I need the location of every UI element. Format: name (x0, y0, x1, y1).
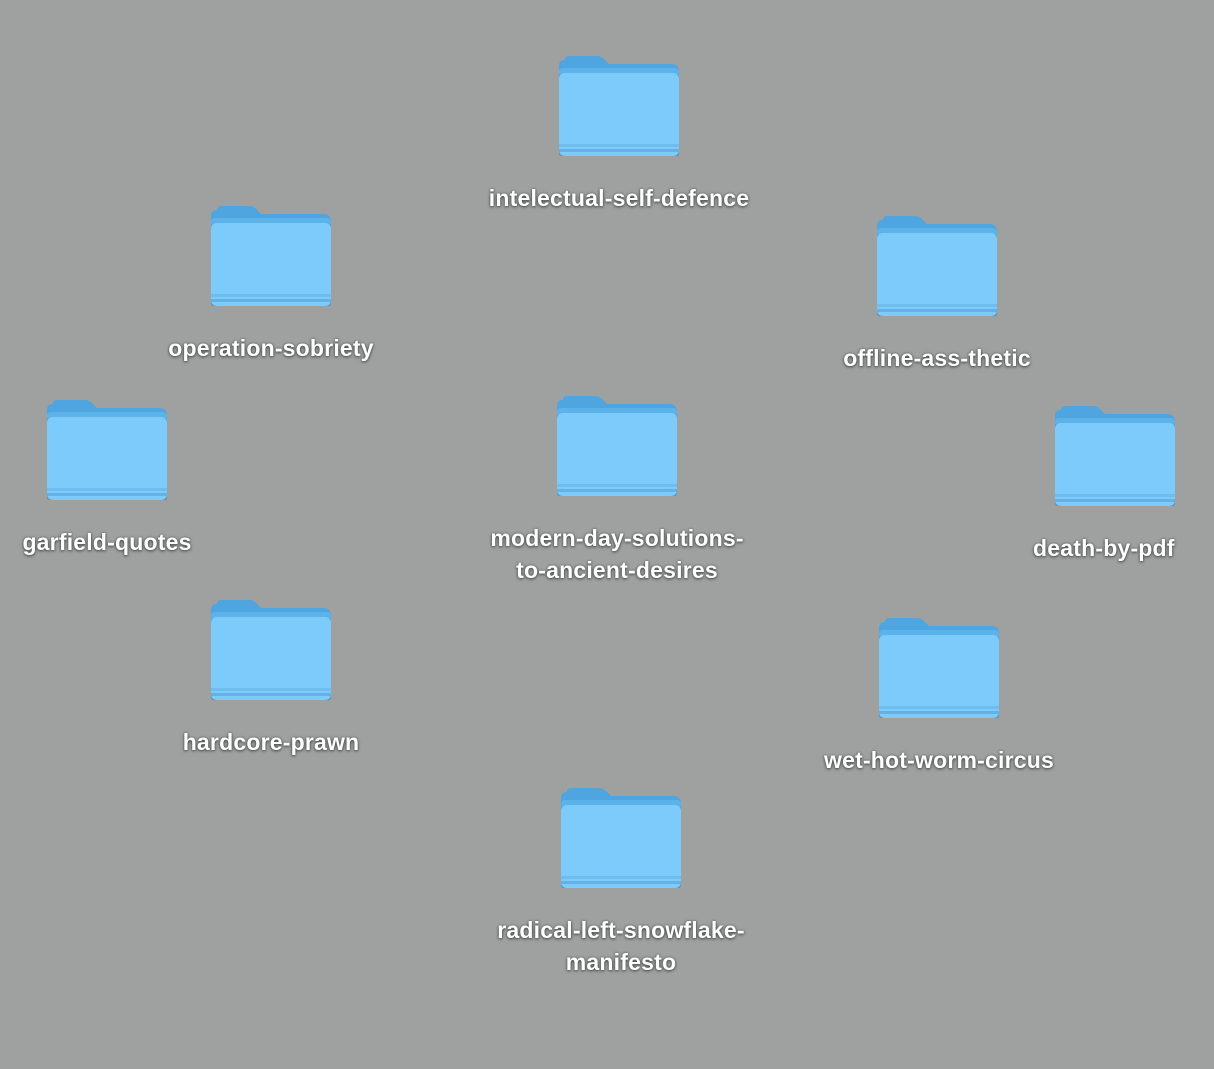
folder-icon (1055, 406, 1175, 506)
folder-label: hardcore-prawn (182, 729, 360, 755)
folder-label: modern-day-solutions- to-ancient-desires (490, 525, 744, 583)
folder-operation-sobriety[interactable]: operation-sobriety (111, 206, 431, 364)
folder-icon (559, 56, 679, 156)
folder-label: offline-ass-thetic (843, 345, 1031, 371)
folder-wet-hot-worm-circus[interactable]: wet-hot-worm-circus (779, 618, 1099, 776)
folder-label: death-by-pdf (1033, 535, 1175, 561)
folder-offline-ass-thetic[interactable]: offline-ass-thetic (777, 216, 1097, 374)
folder-icon (561, 788, 681, 888)
folder-label: garfield-quotes (22, 529, 192, 555)
folder-garfield-quotes[interactable]: garfield-quotes (0, 400, 267, 558)
folder-radical-left-snowflake-manifesto[interactable]: radical-left-snowflake- manifesto (461, 788, 781, 978)
folder-icon (211, 600, 331, 700)
folder-icon (557, 396, 677, 496)
folder-hardcore-prawn[interactable]: hardcore-prawn (111, 600, 431, 758)
folder-intelectual-self-defence[interactable]: intelectual-self-defence (459, 56, 779, 214)
folder-icon (211, 206, 331, 306)
folder-icon (47, 400, 167, 500)
folder-label: radical-left-snowflake- manifesto (497, 917, 745, 975)
desktop: intelectual-self-defence operation-sobri… (0, 0, 1214, 1069)
folder-label: operation-sobriety (168, 335, 374, 361)
folder-icon (879, 618, 999, 718)
folder-label: intelectual-self-defence (488, 185, 750, 211)
folder-icon (877, 216, 997, 316)
folder-modern-day-solutions-to-ancient-desires[interactable]: modern-day-solutions- to-ancient-desires (457, 396, 777, 586)
folder-death-by-pdf[interactable]: death-by-pdf (955, 406, 1214, 564)
folder-label: wet-hot-worm-circus (824, 747, 1054, 773)
